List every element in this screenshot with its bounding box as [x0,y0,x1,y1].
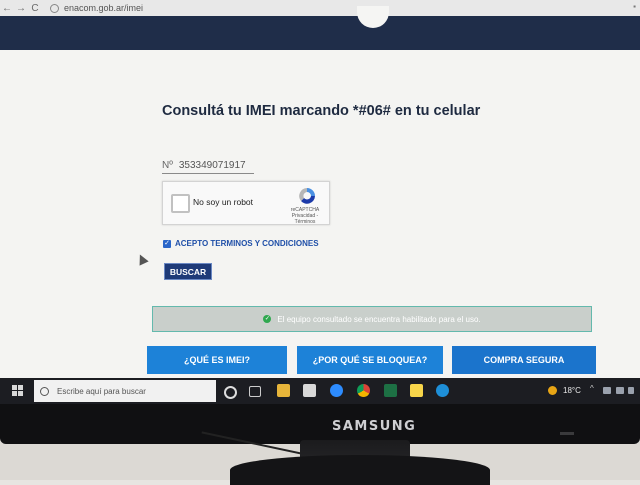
taskbar-search-placeholder: Escribe aquí para buscar [57,386,146,396]
recaptcha-checkbox[interactable] [171,194,190,213]
lock-icon [50,3,59,13]
tray-arrow-icon[interactable]: ^ [590,384,598,393]
recaptcha-links[interactable]: Privacidad - Términos [283,213,327,225]
address-bar[interactable]: enacom.gob.ar/imei [50,3,143,13]
monitor-base [230,455,490,485]
temperature[interactable]: 18°C [563,386,581,395]
search-icon [40,386,49,396]
why-blocked-button[interactable]: ¿POR QUÉ SE BLOQUEA? [297,346,443,374]
extension-icon[interactable]: ▪ [633,2,636,11]
search-button[interactable]: BUSCAR [164,263,212,280]
windows-start-icon[interactable] [12,385,24,397]
monitor-brand: SAMSUNG [332,419,417,434]
safe-purchase-button[interactable]: COMPRA SEGURA [452,346,596,374]
taskbar: Escribe aquí para buscar 18°C ^ [0,378,640,404]
status-message: El equipo consultado se encuentra habili… [277,314,481,324]
terms-checkbox-row[interactable]: ✓ ACEPTO TERMINOS Y CONDICIONES [163,239,319,248]
browser-toolbar: ← → C enacom.gob.ar/imei ▪ [0,0,640,16]
power-led [560,432,574,435]
back-button[interactable]: ← [0,3,14,14]
taskbar-search[interactable]: Escribe aquí para buscar [34,380,216,402]
recaptcha-logo-icon [299,188,315,204]
recaptcha-widget: No soy un robot reCAPTCHA Privacidad - T… [162,181,330,225]
reload-button[interactable]: C [28,3,42,14]
network-icon[interactable] [603,387,611,394]
imei-value: 353349071917 [178,159,246,171]
zoom-icon[interactable] [330,384,343,397]
header-notch [357,6,389,28]
app-icon[interactable] [436,384,449,397]
screen: ← → C enacom.gob.ar/imei ▪ Consultá tu I… [0,0,640,404]
sticky-notes-icon[interactable] [410,384,423,397]
cortana-icon[interactable] [224,386,237,399]
page-title: Consultá tu IMEI marcando *#06# en tu ce… [162,103,481,119]
battery-icon[interactable] [628,387,634,394]
chrome-icon[interactable] [357,384,370,397]
status-message-box: ✓ El equipo consultado se encuentra habi… [152,306,592,332]
terms-label[interactable]: ACEPTO TERMINOS Y CONDICIONES [175,239,319,248]
site-header [0,6,640,50]
recaptcha-label: No soy un robot [193,197,254,207]
excel-icon[interactable] [384,384,397,397]
forward-button[interactable]: → [14,3,28,14]
check-circle-icon: ✓ [263,315,272,323]
calculator-icon[interactable] [303,384,316,397]
task-view-icon[interactable] [249,386,261,397]
weather-icon[interactable] [548,386,557,395]
file-explorer-icon[interactable] [277,384,290,397]
volume-icon[interactable] [616,387,624,394]
recaptcha-brand: reCAPTCHA Privacidad - Términos [283,207,327,225]
imei-input[interactable]: Nº 353349071917 [162,157,254,174]
imei-prefix: Nº [162,159,173,171]
url-text: enacom.gob.ar/imei [64,3,144,13]
what-is-imei-button[interactable]: ¿QUÉ ES IMEI? [147,346,287,374]
check-icon[interactable]: ✓ [163,239,171,248]
